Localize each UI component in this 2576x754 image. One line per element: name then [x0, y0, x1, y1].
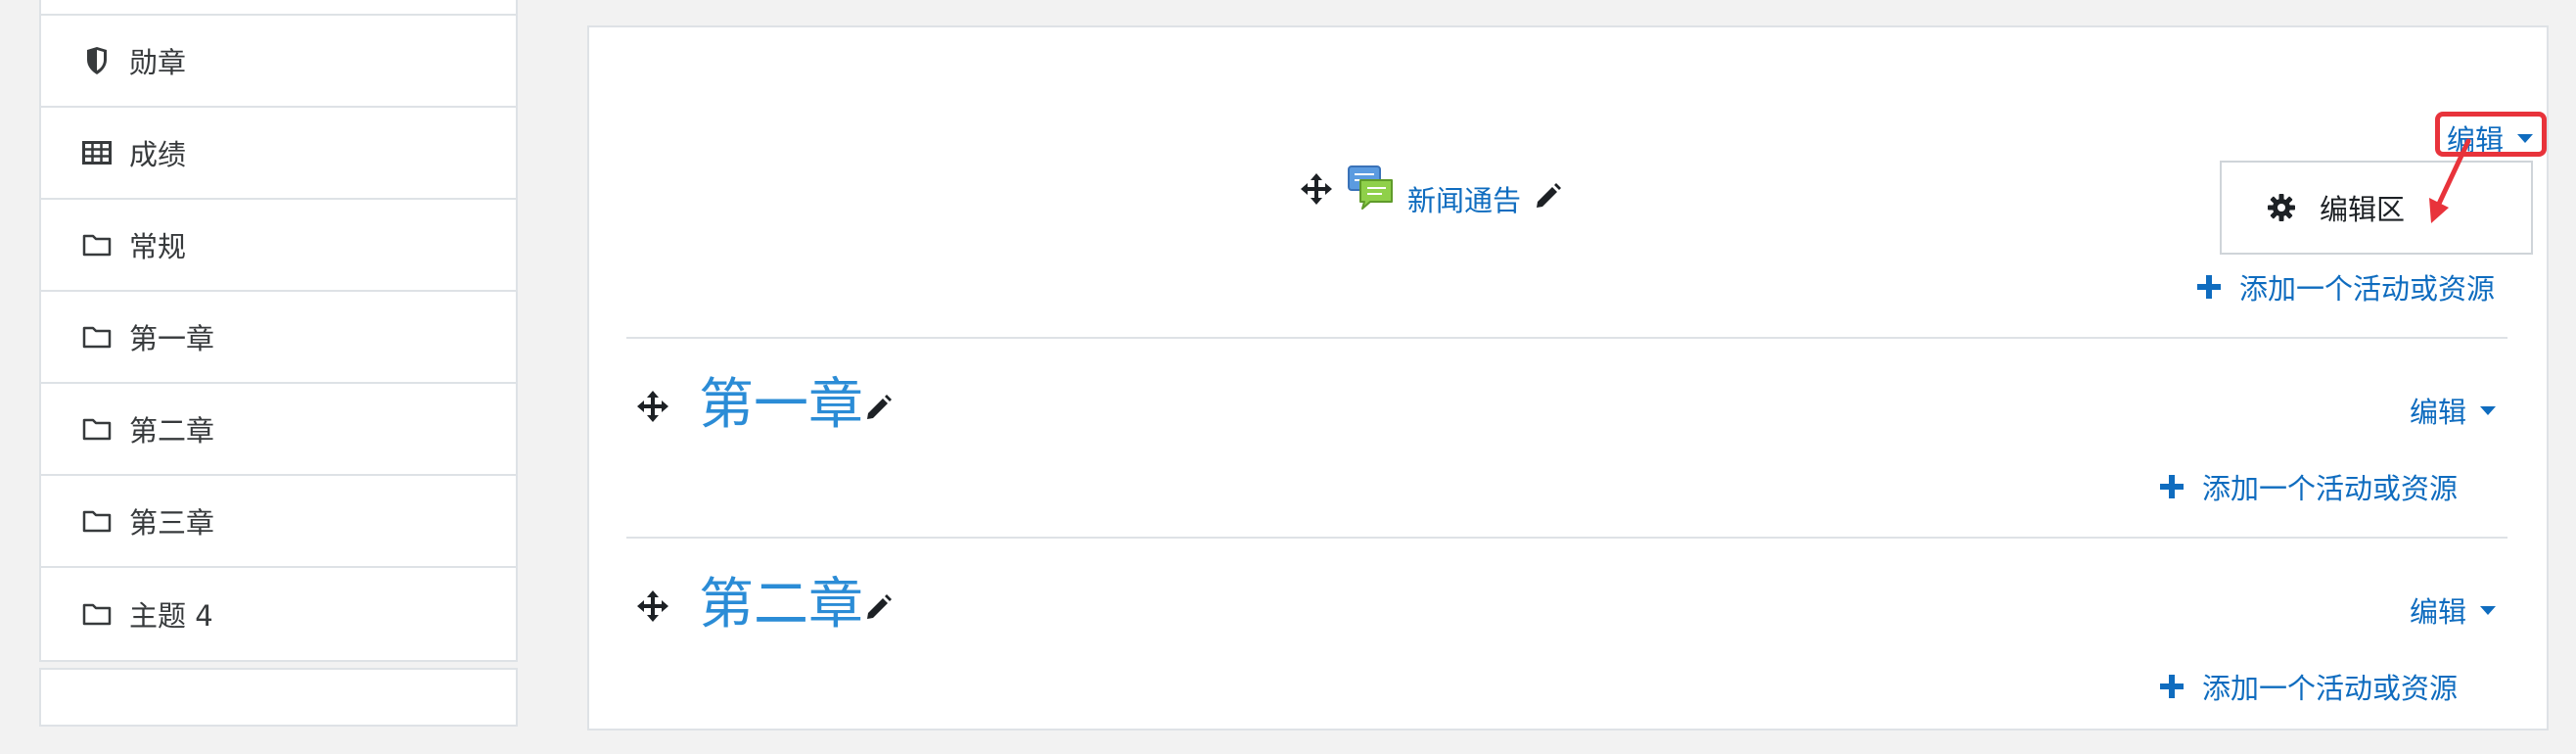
edit-menu-label: 编辑	[2410, 396, 2467, 429]
sidebar-item-badges[interactable]: 勋章	[41, 16, 516, 108]
course-index-sidebar: 勋章 成绩 常规 第一章 第二章 第三章 主题 4	[0, 0, 558, 727]
sidebar-item-topic-4[interactable]: 主题 4	[41, 568, 516, 660]
move-icon[interactable]	[636, 589, 669, 623]
course-content: 新闻通告 编辑 编辑区 添加一个活动或资源 第一章 编辑 添加一个活动或资源 第…	[587, 25, 2549, 730]
section-title[interactable]: 第二章	[699, 578, 863, 633]
edit-menu-label: 编辑	[2410, 595, 2467, 629]
course-nav-list: 勋章 成绩 常规 第一章 第二章 第三章 主题 4	[39, 0, 518, 662]
sidebar-item-grades[interactable]: 成绩	[41, 108, 516, 200]
shield-icon	[80, 44, 114, 77]
sidebar-item-label: 勋章	[129, 46, 187, 79]
section-title[interactable]: 第一章	[699, 378, 863, 433]
secondary-nav-block	[39, 668, 518, 727]
pencil-icon[interactable]	[1535, 182, 1562, 210]
edit-menu-dropdown: 编辑区	[2220, 161, 2533, 255]
table-icon	[80, 136, 114, 169]
move-icon[interactable]	[636, 390, 669, 423]
activity-link-news-forum[interactable]: 新闻通告	[1407, 178, 1521, 219]
add-activity-label: 添加一个活动或资源	[2202, 472, 2459, 505]
course-section-general: 新闻通告 编辑 编辑区 添加一个活动或资源	[626, 27, 2547, 339]
course-section-chapter-2: 第二章 编辑 添加一个活动或资源	[626, 539, 2507, 754]
folder-icon	[80, 228, 114, 261]
sidebar-item-label: 主题 4	[129, 599, 213, 633]
sidebar-item-chapter-2[interactable]: 第二章	[41, 384, 516, 476]
annotation-highlight-box	[2435, 112, 2547, 157]
caret-down-icon	[2480, 605, 2497, 615]
pencil-icon[interactable]	[865, 394, 893, 421]
plus-icon	[2197, 275, 2221, 299]
caret-down-icon	[2480, 405, 2497, 415]
course-section-chapter-1: 第一章 编辑 添加一个活动或资源	[626, 339, 2507, 539]
add-activity-label: 添加一个活动或资源	[2239, 272, 2496, 306]
section-edit-menu-toggle[interactable]: 编辑	[2410, 589, 2497, 631]
nav-list-top-edge	[41, 0, 516, 16]
sidebar-item-chapter-1[interactable]: 第一章	[41, 292, 516, 384]
sidebar-item-label: 第一章	[129, 322, 215, 355]
move-icon[interactable]	[1300, 172, 1333, 206]
sidebar-item-chapter-3[interactable]: 第三章	[41, 476, 516, 568]
dropdown-item-edit-section[interactable]: 编辑区	[2320, 187, 2405, 228]
folder-icon	[80, 504, 114, 538]
folder-icon	[80, 320, 114, 353]
sidebar-item-label: 常规	[129, 230, 187, 263]
add-activity-button[interactable]: 添加一个活动或资源	[2196, 266, 2495, 307]
sidebar-item-label: 第三章	[129, 506, 215, 540]
forum-icon	[1348, 165, 1393, 210]
folder-icon	[80, 412, 114, 446]
add-activity-button[interactable]: 添加一个活动或资源	[2159, 466, 2458, 507]
sidebar-item-label: 第二章	[129, 414, 215, 448]
plus-icon	[2160, 475, 2184, 498]
gear-icon	[2268, 194, 2295, 221]
sidebar-item-general[interactable]: 常规	[41, 200, 516, 292]
sidebar-item-label: 成绩	[129, 138, 187, 171]
pencil-icon[interactable]	[865, 593, 893, 621]
plus-icon	[2160, 675, 2184, 698]
section-edit-menu-toggle[interactable]: 编辑	[2410, 390, 2497, 431]
folder-icon	[80, 597, 114, 631]
